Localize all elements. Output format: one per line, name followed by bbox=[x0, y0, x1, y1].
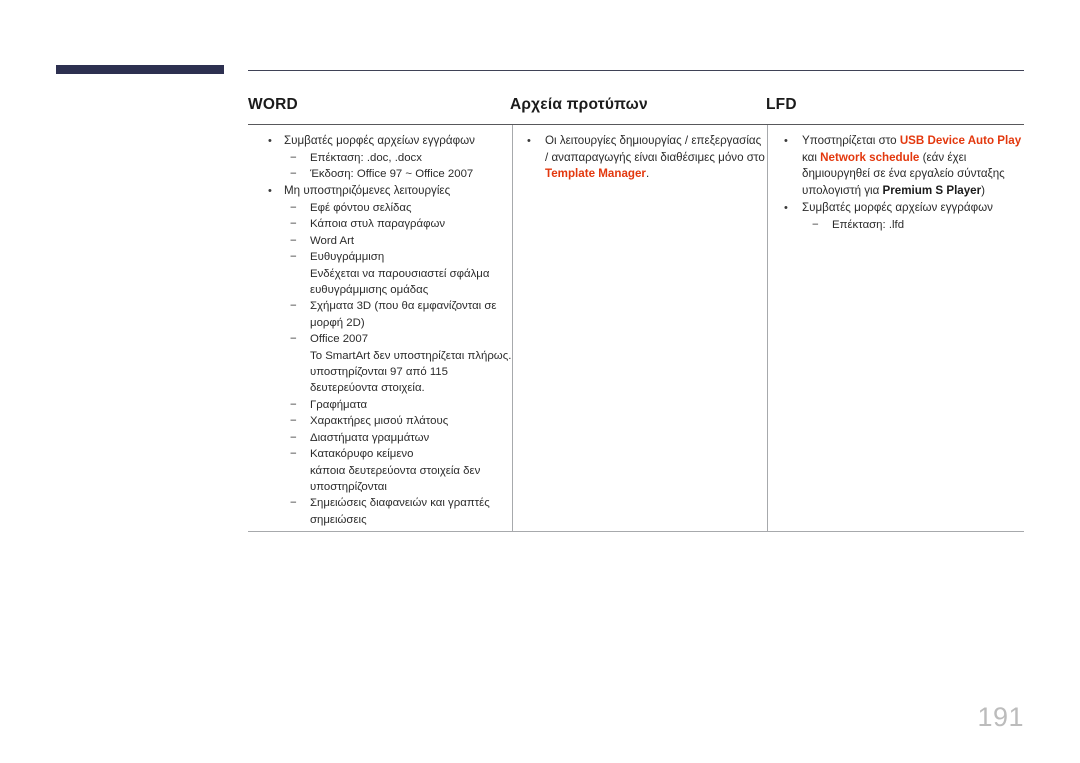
dash-icon: − bbox=[290, 333, 297, 346]
list-item-label: Κατακόρυφο κείμενο bbox=[310, 448, 414, 461]
list-item-label: Κάποια στυλ παραγράφων bbox=[310, 218, 446, 231]
dash-icon: − bbox=[290, 431, 297, 444]
list-item-label: Σχήματα 3D (που θα εμφανίζονται σε μορφή… bbox=[310, 300, 497, 329]
lfd-feature-list: • Υποστηρίζεται στο USB Device Auto Play … bbox=[768, 133, 1024, 233]
dash-icon: − bbox=[812, 218, 819, 231]
dash-icon: − bbox=[290, 300, 297, 313]
column-word-body: • Συμβατές μορφές αρχείων εγγράφων − Επέ… bbox=[248, 125, 512, 531]
dash-icon: − bbox=[290, 448, 297, 461]
page-number: 191 bbox=[977, 702, 1024, 732]
list-item: − Κατακόρυφο κείμενο κάποια δευτερεύοντα… bbox=[284, 446, 512, 495]
header-rule bbox=[248, 70, 1024, 71]
column-title-templates: Αρχεία προτύπων bbox=[510, 96, 648, 113]
column-headers: WORD Αρχεία προτύπων LFD bbox=[248, 96, 1024, 120]
list-item-label: Γραφήματα bbox=[310, 398, 368, 411]
word-feature-list: • Συμβατές μορφές αρχείων εγγράφων − Επέ… bbox=[248, 133, 512, 528]
dash-icon: − bbox=[290, 151, 297, 164]
list-item: − Ευθυγράμμιση Ενδέχεται να παρουσιαστεί… bbox=[284, 249, 512, 298]
list-item-label: Μη υποστηριζόμενες λειτουργίες bbox=[284, 184, 451, 198]
dash-icon: − bbox=[290, 168, 297, 180]
list-item-note: κάποια δευτερεύοντα στοιχεία δεν υποστηρ… bbox=[310, 464, 481, 493]
list-item-label: Επέκταση: .doc, .docx bbox=[310, 151, 422, 164]
word-sublist-formats: − Επέκταση: .doc, .docx − Έκδοση: Office… bbox=[284, 150, 512, 183]
dash-icon: − bbox=[290, 202, 297, 214]
list-item: − Διαστήματα γραμμάτων bbox=[284, 430, 512, 446]
word-sublist-unsupported: − Εφέ φόντου σελίδας − Κάποια στυλ παραγ… bbox=[284, 200, 512, 528]
dash-icon: − bbox=[290, 497, 297, 510]
column-templates-body: • Οι λειτουργίες δημιουργίας / επεξεργασί… bbox=[512, 125, 767, 531]
list-item: − Γραφήματα bbox=[284, 397, 512, 413]
lfd-support-paren-close: ) bbox=[981, 183, 986, 197]
list-item-label: Συμβατές μορφές αρχείων εγγράφων bbox=[284, 134, 475, 147]
list-item-label: Συμβατές μορφές αρχείων εγγράφων bbox=[802, 201, 993, 215]
lfd-support-mid: και bbox=[802, 150, 821, 164]
network-schedule-highlight: Network schedule bbox=[820, 150, 920, 164]
dash-icon: − bbox=[290, 251, 297, 264]
list-item: − Word Art bbox=[284, 233, 512, 249]
bullet-icon: • bbox=[268, 135, 272, 147]
list-item: − Σχήματα 3D (που θα εμφανίζονται σε μορ… bbox=[284, 298, 512, 331]
list-item: − Σημειώσεις διαφανειών και γραπτές σημε… bbox=[284, 495, 512, 528]
template-manager-highlight: Template Manager bbox=[545, 167, 646, 181]
list-item: − Εφέ φόντου σελίδας bbox=[284, 200, 512, 216]
list-item: − Κάποια στυλ παραγράφων bbox=[284, 216, 512, 232]
list-item: • Οι λειτουργίες δημιουργίας / επεξεργασί… bbox=[513, 133, 767, 183]
bullet-icon: • bbox=[784, 135, 788, 147]
list-item-label: Έκδοση: Office 97 ~ Office 2007 bbox=[310, 168, 474, 180]
premium-s-player-label: Premium S Player bbox=[882, 183, 982, 197]
list-item-note: Ενδέχεται να παρουσιαστεί σφάλμα ευθυγρά… bbox=[310, 267, 490, 297]
lfd-sublist-formats: − Επέκταση: .lfd bbox=[802, 217, 1024, 233]
list-item: • Συμβατές μορφές αρχείων εγγράφων − Επέ… bbox=[768, 200, 1024, 233]
list-item-label: Σημειώσεις διαφανειών και γραπτές σημειώ… bbox=[310, 497, 490, 526]
column-title-word: WORD bbox=[248, 96, 298, 113]
lfd-support-prefix: Υποστηρίζεται στο bbox=[802, 134, 900, 147]
list-item-label: Διαστήματα γραμμάτων bbox=[310, 431, 430, 444]
list-item: • Μη υποστηριζόμενες λειτουργίες − Εφέ φ… bbox=[248, 183, 512, 528]
templates-text-after: . bbox=[645, 167, 650, 181]
list-item-label: Ευθυγράμμιση bbox=[310, 251, 385, 264]
list-item: • Υποστηρίζεται στο USB Device Auto Play … bbox=[768, 133, 1024, 199]
usb-device-auto-play-highlight: USB Device Auto Play bbox=[899, 134, 1022, 147]
bullet-icon: • bbox=[268, 185, 272, 198]
list-item: − Επέκταση: .doc, .docx bbox=[284, 150, 512, 166]
bullet-icon: • bbox=[784, 202, 788, 215]
dash-icon: − bbox=[290, 218, 297, 231]
dash-icon: − bbox=[290, 234, 297, 247]
templates-feature-list: • Οι λειτουργίες δημιουργίας / επεξεργασί… bbox=[513, 133, 767, 183]
dash-icon: − bbox=[290, 415, 297, 428]
bullet-icon: • bbox=[527, 135, 531, 147]
list-item: − Έκδοση: Office 97 ~ Office 2007 bbox=[284, 166, 512, 182]
column-lfd-body: • Υποστηρίζεται στο USB Device Auto Play … bbox=[767, 125, 1024, 531]
templates-text-before: Οι λειτουργίες δημιουργίας / επεξεργασία… bbox=[545, 134, 765, 164]
column-title-lfd: LFD bbox=[766, 96, 797, 113]
list-item-label: Επέκταση: .lfd bbox=[832, 218, 905, 231]
list-item-label: Εφέ φόντου σελίδας bbox=[310, 202, 412, 214]
list-item-label: Word Art bbox=[310, 234, 355, 247]
list-item: − Χαρακτήρες μισού πλάτους bbox=[284, 413, 512, 429]
list-item: − Office 2007 Το SmartArt δεν υποστηρίζε… bbox=[284, 331, 512, 397]
list-item-note: Το SmartArt δεν υποστηρίζεται πλήρως. υπ… bbox=[310, 349, 512, 395]
list-item-label: Office 2007 bbox=[310, 333, 369, 346]
list-item-label: Χαρακτήρες μισού πλάτους bbox=[310, 415, 449, 428]
list-item: • Συμβατές μορφές αρχείων εγγράφων − Επέ… bbox=[248, 133, 512, 182]
header-accent-bar bbox=[56, 65, 224, 74]
list-item: − Επέκταση: .lfd bbox=[802, 217, 1024, 233]
specification-table: • Συμβατές μορφές αρχείων εγγράφων − Επέ… bbox=[248, 124, 1024, 532]
dash-icon: − bbox=[290, 398, 297, 411]
